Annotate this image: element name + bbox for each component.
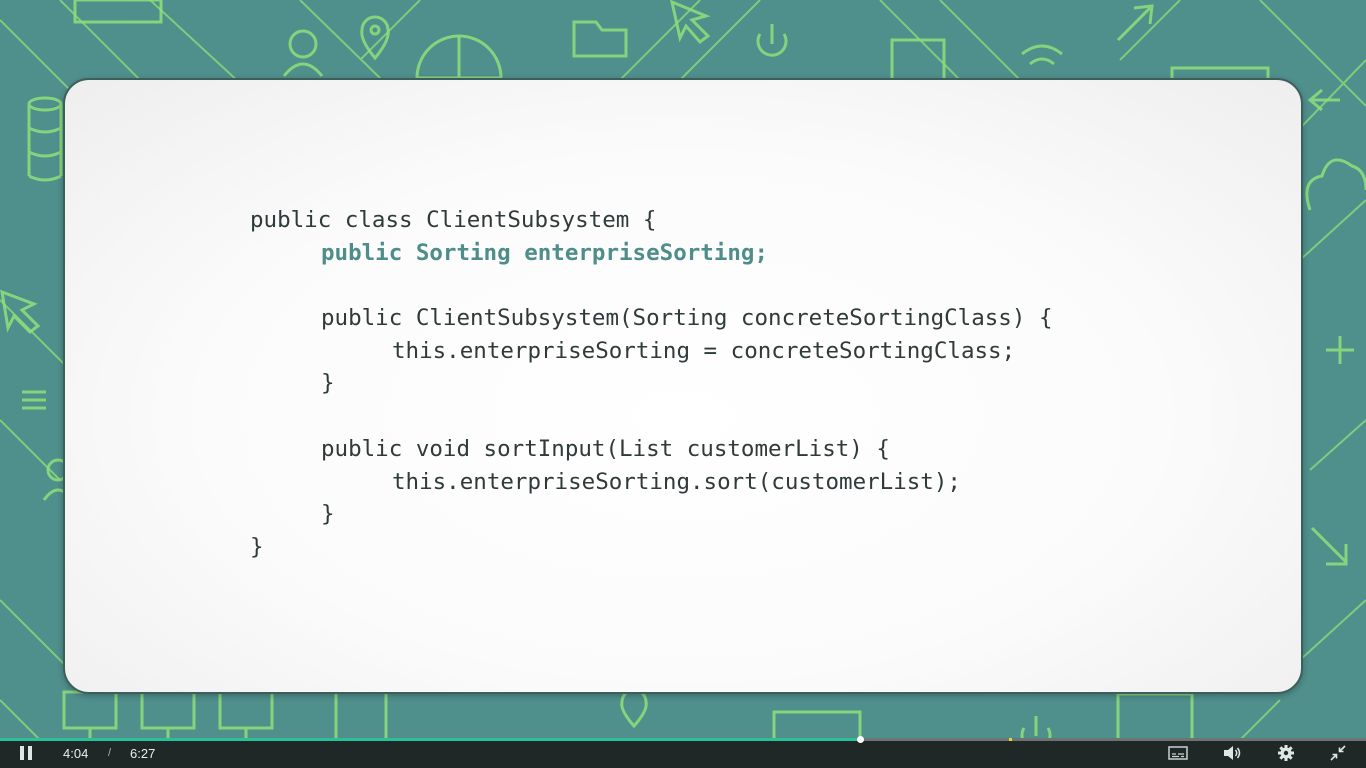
- time-separator: /: [108, 747, 112, 759]
- arrow-icon: [1116, 4, 1154, 42]
- user-icon: [282, 29, 324, 77]
- progress-marker: [1009, 738, 1013, 741]
- code-block: public class ClientSubsystem { public Sor…: [250, 204, 1053, 564]
- database-icon: [27, 96, 63, 182]
- monitor-icon: [140, 690, 196, 740]
- gear-icon: [1278, 745, 1294, 761]
- monitor-icon: [73, 0, 163, 24]
- map-pin-icon: [620, 688, 648, 729]
- monitor-icon: [62, 690, 118, 740]
- code-line: }: [321, 370, 335, 397]
- cursor-icon: [0, 289, 41, 334]
- code-line: this.enterpriseSorting = concreteSorting…: [392, 337, 1016, 364]
- monitor-icon: [218, 690, 274, 740]
- server-icon: [1116, 692, 1194, 740]
- map-pin-icon: [360, 15, 390, 61]
- progress-bar[interactable]: [0, 736, 1366, 743]
- server-icon: [890, 38, 946, 82]
- server-icon: [334, 690, 388, 740]
- code-line: public void sortInput(List customerList)…: [321, 435, 890, 462]
- exit-fullscreen-icon: [1330, 745, 1346, 761]
- captions-icon: [1168, 746, 1188, 760]
- cloud-icon: [1305, 158, 1366, 211]
- player-control-bar: [0, 740, 1366, 768]
- pause-button[interactable]: [14, 744, 38, 762]
- plus-icon: [1326, 336, 1354, 364]
- progress-fill: [0, 738, 860, 741]
- volume-button[interactable]: [1220, 744, 1244, 762]
- wifi-icon: [1021, 44, 1063, 66]
- power-icon: [1020, 716, 1052, 740]
- code-line: public ClientSubsystem(Sorting concreteS…: [321, 305, 1053, 332]
- arrow-icon: [1307, 88, 1340, 112]
- arrow-icon: [1310, 526, 1348, 566]
- cursor-icon: [670, 0, 711, 45]
- current-time: 4:04: [63, 746, 89, 761]
- code-line-highlighted: public Sorting enterpriseSorting;: [321, 239, 769, 266]
- settings-button[interactable]: [1274, 744, 1298, 762]
- progress-scrubber-handle[interactable]: [856, 736, 864, 743]
- pause-icon: [20, 746, 32, 760]
- folder-icon: [572, 20, 628, 58]
- menu-icon: [22, 390, 46, 410]
- code-line: this.enterpriseSorting.sort(customerList…: [392, 468, 961, 495]
- server-icon: [772, 710, 862, 740]
- code-line: }: [250, 533, 264, 560]
- captions-button[interactable]: [1166, 744, 1190, 762]
- exit-fullscreen-button[interactable]: [1326, 744, 1350, 762]
- duration: 6:27: [130, 746, 156, 761]
- code-line: }: [321, 501, 335, 528]
- volume-icon: [1224, 746, 1241, 760]
- code-line: public class ClientSubsystem {: [250, 207, 657, 233]
- power-icon: [756, 24, 788, 57]
